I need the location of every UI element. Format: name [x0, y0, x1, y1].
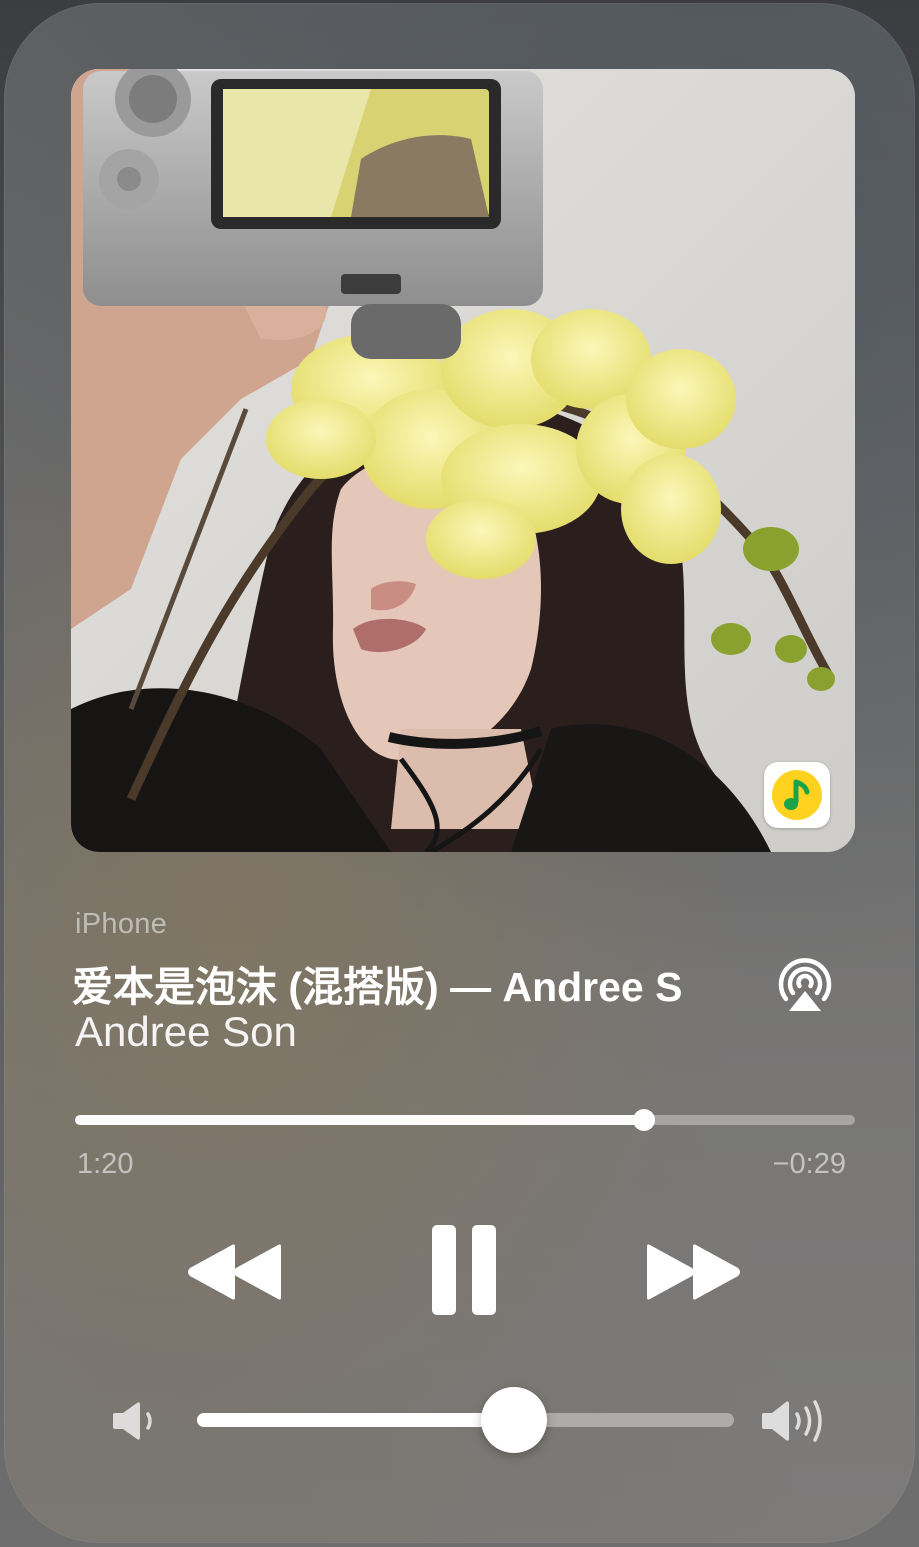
playback-progress-bar[interactable] [75, 1109, 855, 1131]
pause-button[interactable] [429, 1223, 499, 1317]
qq-music-badge[interactable] [764, 762, 830, 828]
volume-slider[interactable] [197, 1387, 734, 1453]
elapsed-time: 1:20 [77, 1148, 134, 1180]
fast-forward-button[interactable] [644, 1241, 744, 1303]
fast-forward-icon [647, 1244, 740, 1300]
track-title: 爱本是泡沫 (混搭版) — Andree S [72, 964, 683, 1010]
airplay-button[interactable] [774, 955, 836, 1017]
output-device-label: iPhone [75, 908, 168, 940]
now-playing-card: iPhone 爱本是泡沫 (混搭版) — Andree S Andree Son… [4, 3, 915, 1543]
speaker-high-icon [762, 1400, 822, 1442]
track-artist: Andree Son [75, 1008, 297, 1055]
playback-scrubber-knob[interactable] [633, 1109, 656, 1131]
album-artwork[interactable] [71, 69, 855, 852]
qq-music-icon [784, 779, 810, 810]
pause-icon [432, 1225, 496, 1315]
volume-high-indicator [761, 1396, 829, 1446]
rewind-button[interactable] [184, 1241, 284, 1303]
airplay-audio-icon [778, 958, 832, 1011]
volume-slider-fill [197, 1413, 514, 1427]
playback-progress-fill [75, 1115, 645, 1125]
remaining-time: −0:29 [772, 1148, 846, 1180]
speaker-low-icon [113, 1402, 152, 1440]
volume-low-indicator [112, 1400, 158, 1442]
album-artwork-photo [71, 69, 855, 852]
volume-slider-knob[interactable] [480, 1387, 547, 1453]
rewind-icon [188, 1244, 281, 1300]
